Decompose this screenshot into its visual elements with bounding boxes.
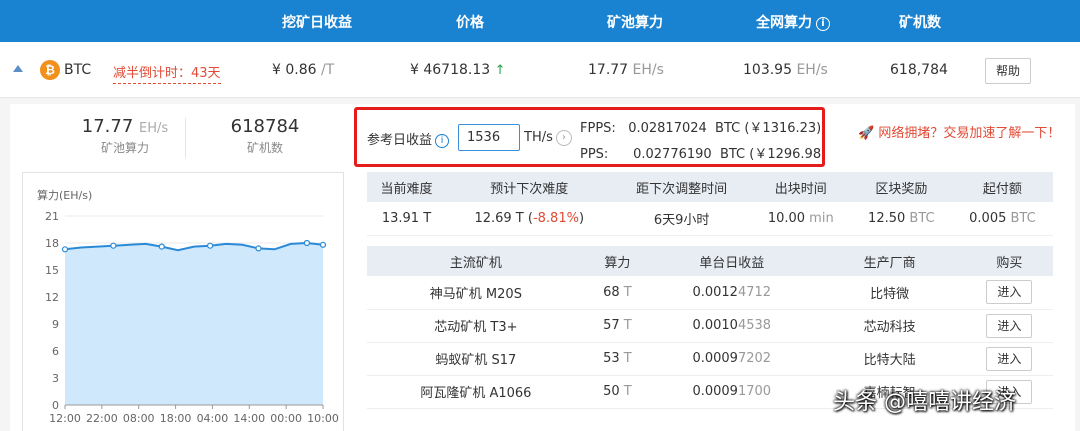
header-bar: 挖矿日收益 价格 矿池算力 全网算力 i 矿机数 — [0, 0, 1080, 42]
y-tick-label: 18 — [45, 237, 59, 250]
header-income: 挖矿日收益 — [282, 15, 352, 31]
x-tick-label: 00:00 — [270, 412, 302, 425]
coin-name: BTC — [64, 62, 92, 78]
column-header: 当前难度 — [367, 172, 446, 202]
y-axis-label: 算力(EH/s) — [37, 188, 92, 202]
miner-maker: 芯动科技 — [813, 309, 966, 343]
miner-name-link[interactable]: 蚂蚁矿机 S17 — [367, 342, 585, 376]
stat-miners: 618784 矿机数 — [230, 116, 300, 155]
column-header: 预计下次难度 — [446, 172, 613, 202]
header-miners: 矿机数 — [899, 15, 941, 31]
column-header: 生产厂商 — [813, 246, 966, 276]
table-row: 芯动矿机 T3+ 57 T 0.00104538 芯动科技 进入 — [367, 309, 1053, 343]
enter-button[interactable]: 进入 — [986, 346, 1033, 371]
y-tick-label: 3 — [52, 372, 59, 385]
column-header: 区块奖励 — [850, 172, 952, 202]
buy-cell: 进入 — [965, 309, 1053, 343]
price: ¥ 46718.13 ↑ — [410, 62, 506, 78]
column-header: 主流矿机 — [367, 246, 585, 276]
halving-countdown[interactable]: 减半倒计时：43天 — [113, 62, 221, 84]
block-time: 10.00 min — [750, 202, 851, 236]
header-net-hash-label: 全网算力 — [756, 15, 812, 31]
info-icon[interactable]: i — [816, 17, 830, 31]
table-row: 13.91 T 12.69 T (-8.81%) 6天9小时 10.00 min… — [367, 202, 1053, 236]
header-pool-hash: 矿池算力 — [607, 15, 663, 31]
data-point — [207, 242, 214, 249]
miner-name-link[interactable]: 阿瓦隆矿机 A1066 — [367, 375, 585, 409]
miner-income: 0.00104538 — [650, 309, 814, 343]
y-tick-label: 12 — [45, 291, 59, 304]
x-tick-label: 14:00 — [233, 412, 265, 425]
miner-count: 618,784 — [890, 62, 948, 78]
tx-accelerate-link[interactable]: 🚀 网络拥堵？交易加速了解一下！ — [858, 122, 1060, 141]
y-tick-label: 9 — [52, 318, 59, 331]
watermark: 头条 @嘻嘻讲经济 — [833, 390, 1016, 415]
y-tick-label: 0 — [52, 399, 59, 412]
column-header: 起付额 — [951, 172, 1053, 202]
pool-hashrate: 17.77 EH/s — [588, 62, 664, 78]
miner-hashrate: 57 T — [584, 309, 651, 343]
x-tick-label: 18:00 — [160, 412, 192, 425]
miner-income: 0.00091700 — [650, 375, 814, 409]
hashrate-chart-svg: 算力(EH/s) 21 18 15 12 9 6 3 012:00 22:00 08:00 18:00… — [37, 188, 339, 425]
block-reward: 12.50 BTC — [850, 202, 952, 236]
buy-cell: 进入 — [965, 342, 1053, 376]
x-tick-label: 12:00 — [49, 412, 81, 425]
coin-row[interactable]: ₿ BTC 减半倒计时：43天 ¥ 0.86 /T ¥ 46718.13 ↑ 1… — [0, 42, 1080, 98]
miner-maker: 比特大陆 — [813, 342, 966, 376]
miner-hashrate: 53 T — [584, 342, 651, 376]
header-price: 价格 — [456, 15, 484, 31]
miner-name-link[interactable]: 神马矿机 M20S — [367, 276, 585, 310]
enter-button[interactable]: 进入 — [986, 280, 1033, 305]
help-button[interactable]: 帮助 — [985, 58, 1031, 84]
x-tick-label: 04:00 — [197, 412, 229, 425]
miner-hashrate: 68 T — [584, 276, 651, 310]
enter-button[interactable]: 进入 — [986, 313, 1033, 338]
header-net-hash: 全网算力 i — [748, 12, 838, 32]
data-point — [110, 242, 117, 249]
data-point — [61, 246, 69, 253]
adjust-time: 6天9小时 — [612, 202, 751, 236]
column-header: 出块时间 — [750, 172, 851, 202]
current-difficulty: 13.91 T — [367, 202, 446, 236]
miner-name-link[interactable]: 芯动矿机 T3+ — [367, 309, 585, 343]
hashrate-area — [65, 243, 323, 405]
next-difficulty: 12.69 T (-8.81%) — [446, 202, 613, 236]
column-header: 距下次调整时间 — [612, 172, 751, 202]
miner-income: 0.00097202 — [650, 342, 814, 376]
price-up-arrow-icon: ↑ — [494, 63, 506, 78]
table-row: 蚂蚁矿机 S17 53 T 0.00097202 比特大陆 进入 — [367, 342, 1053, 376]
buy-cell: 进入 — [965, 276, 1053, 310]
table-header-row: 当前难度 预计下次难度 距下次调整时间 出块时间 区块奖励 起付额 — [367, 172, 1053, 202]
column-header: 购买 — [965, 246, 1053, 276]
highlight-box — [354, 107, 825, 167]
y-tick-label: 21 — [45, 210, 59, 223]
stat-pool-hash: 17.77 EH/s 矿池算力 — [81, 116, 169, 155]
network-hashrate: 103.95 EH/s — [743, 62, 828, 78]
column-header: 算力 — [584, 246, 651, 276]
hashrate-chart: 算力(EH/s) 21 18 15 12 9 6 3 0 12:00 22:00 08:00 18:00… — [22, 172, 344, 431]
x-tick-label: 08:00 — [123, 412, 155, 425]
bitcoin-icon: ₿ — [40, 60, 60, 80]
miner-maker: 比特微 — [813, 276, 966, 310]
min-payout: 0.005 BTC — [951, 202, 1053, 236]
table-row: 神马矿机 M20S 68 T 0.00124712 比特微 进入 — [367, 276, 1053, 310]
daily-income: ¥ 0.86 /T — [272, 62, 335, 78]
miner-income: 0.00124712 — [650, 276, 814, 310]
network-stats-table: 当前难度 预计下次难度 距下次调整时间 出块时间 区块奖励 起付额 13.91 … — [367, 172, 1053, 236]
table-header-row: 主流矿机 算力 单台日收益 生产厂商 购买 — [367, 246, 1053, 276]
data-point — [255, 245, 262, 252]
y-tick-label: 15 — [45, 264, 59, 277]
data-point — [319, 241, 327, 248]
miner-hashrate: 50 T — [584, 375, 651, 409]
data-point — [158, 243, 165, 250]
y-tick-label: 6 — [52, 345, 59, 358]
x-tick-label: 10:00 — [307, 412, 339, 425]
data-point — [303, 239, 310, 247]
column-header: 单台日收益 — [650, 246, 814, 276]
divider — [185, 118, 186, 158]
x-tick-label: 22:00 — [86, 412, 118, 425]
collapse-triangle-icon[interactable] — [13, 65, 23, 72]
